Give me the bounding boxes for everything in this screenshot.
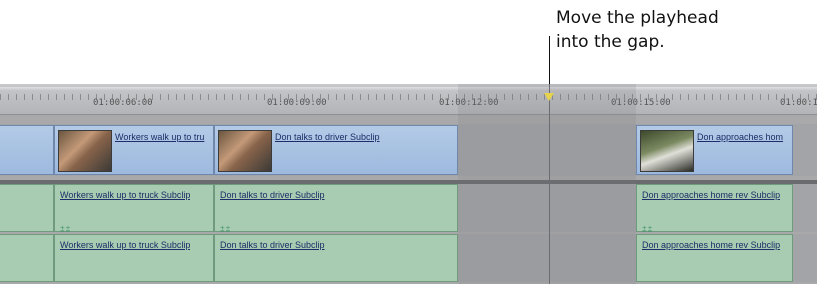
timeline[interactable]: 01:00:06:00 01:00:09:00 01:00:12:00 01:0… (0, 84, 817, 284)
tick-label: 01:00:09:00 (267, 98, 327, 108)
clip-title: Don talks to driver Subclip (220, 240, 325, 250)
video-track: Workers walk up to tru Don talks to driv… (0, 124, 817, 176)
audio-clip[interactable]: Workers walk up to truck Subclip ⩲⩲ (54, 184, 214, 234)
audio-clip[interactable]: Workers walk up to truck Subclip (54, 234, 214, 282)
callout-line-1: Move the playhead (556, 8, 719, 28)
playhead-handle-icon[interactable] (544, 93, 554, 101)
audio-track-1: Workers walk up to truck Subclip ⩲⩲ Don … (0, 184, 817, 234)
audio-clip-partial[interactable] (0, 234, 54, 282)
tick-label: 01:00:1 (780, 98, 817, 108)
audio-clip-partial[interactable] (0, 184, 54, 232)
clip-title: Don talks to driver Subclip (275, 132, 380, 142)
video-clip[interactable]: Workers walk up to tru (54, 125, 214, 175)
clip-title: Workers walk up to tru (115, 132, 205, 142)
instruction-callout: Move the playhead into the gap. (556, 6, 719, 54)
video-clip-partial[interactable] (0, 125, 54, 175)
audio-clip[interactable]: Don talks to driver Subclip (214, 234, 458, 282)
timeline-gap[interactable] (458, 84, 636, 284)
audio-clip[interactable]: Don approaches home rev Subclip ⩲⩲ (636, 184, 793, 234)
tick-label: 01:00:06:00 (93, 98, 153, 108)
audio-clip[interactable]: Don talks to driver Subclip ⩲⩲ (214, 184, 458, 234)
callout-line-2: into the gap. (556, 32, 665, 52)
audio-clip[interactable]: Don approaches home rev Subclip (636, 234, 793, 282)
video-clip[interactable]: Don approaches hom (636, 125, 793, 175)
clip-title: Workers walk up to truck Subclip (60, 240, 191, 250)
audio-track-2: Workers walk up to truck Subclip Don tal… (0, 234, 817, 282)
ruler-zoom-bar[interactable] (0, 87, 817, 91)
clip-title: Workers walk up to truck Subclip (60, 190, 191, 200)
clip-title: Don approaches home rev Subclip (642, 190, 781, 200)
clip-title: Don approaches hom (697, 132, 784, 142)
timecode-ruler[interactable]: 01:00:06:00 01:00:09:00 01:00:12:00 01:0… (0, 84, 817, 115)
clip-thumbnail (58, 130, 112, 172)
video-clip[interactable]: Don talks to driver Subclip (214, 125, 458, 175)
clip-title: Don approaches home rev Subclip (642, 240, 781, 250)
clip-title: Don talks to driver Subclip (220, 190, 325, 200)
clip-thumbnail (218, 130, 272, 172)
playhead-line[interactable] (549, 84, 550, 284)
clip-thumbnail (640, 130, 694, 172)
